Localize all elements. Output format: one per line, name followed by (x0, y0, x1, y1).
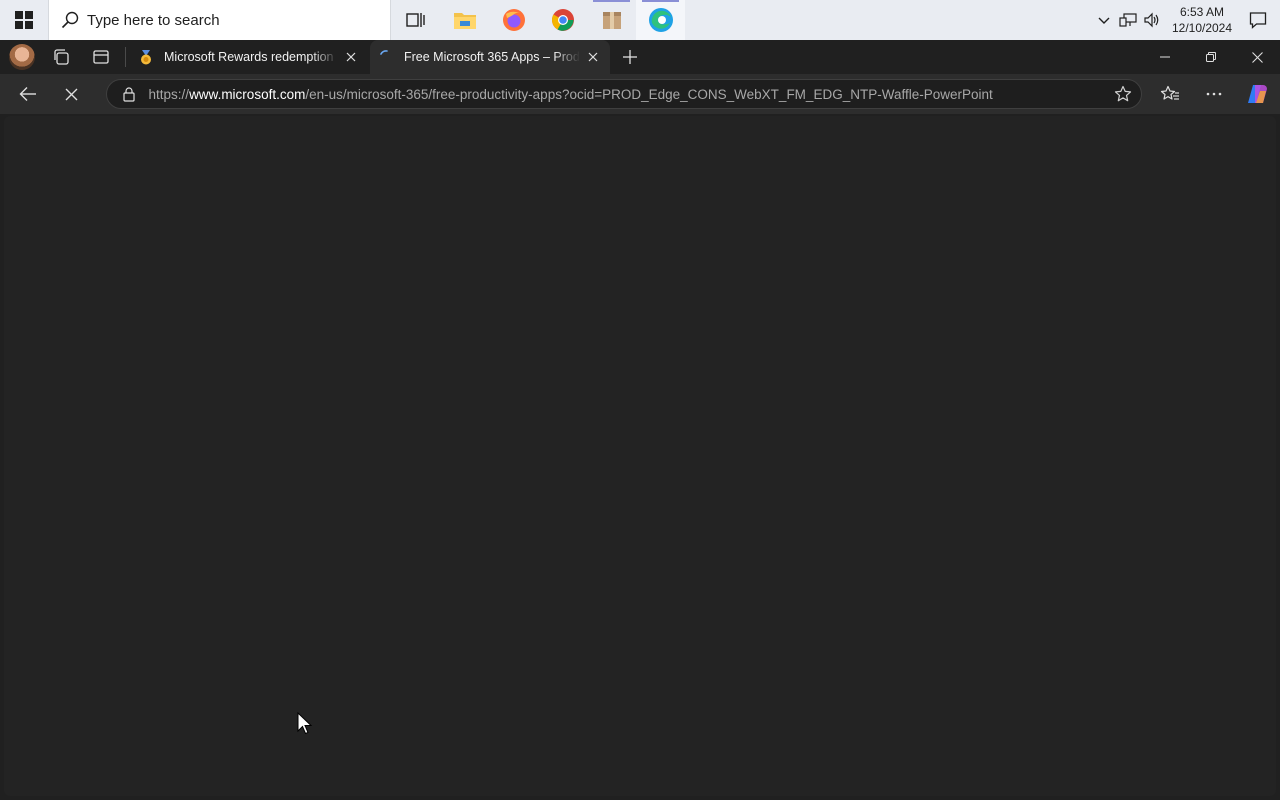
close-icon (346, 52, 356, 62)
tab-microsoft-365[interactable]: Free Microsoft 365 Apps – Produc (370, 40, 610, 74)
start-button[interactable] (0, 0, 48, 40)
package-app-button[interactable] (587, 0, 636, 40)
url-host: www.microsoft.com (189, 86, 306, 102)
search-icon (61, 11, 79, 29)
tab-close-button[interactable] (342, 48, 360, 66)
copilot-button[interactable] (1236, 74, 1280, 114)
search-placeholder: Type here to search (87, 11, 220, 29)
workspaces-icon (54, 49, 69, 65)
clock-date: 12/10/2024 (1171, 21, 1233, 35)
vertical-tabs-icon (93, 50, 109, 64)
edge-taskbar-button[interactable] (636, 0, 685, 40)
favorites-button[interactable] (1148, 74, 1192, 114)
stop-loading-button[interactable] (50, 74, 94, 114)
notification-icon (1249, 12, 1267, 29)
arrow-left-icon (19, 87, 36, 101)
settings-more-button[interactable] (1192, 74, 1236, 114)
copilot-icon (1248, 85, 1267, 103)
tab-rewards[interactable]: Microsoft Rewards redemption ca (130, 40, 368, 74)
file-explorer-button[interactable] (440, 0, 489, 40)
back-button[interactable] (6, 74, 50, 114)
firefox-button[interactable] (489, 0, 538, 40)
taskbar-search-box[interactable]: Type here to search (48, 0, 391, 40)
tab-close-button[interactable] (584, 48, 602, 66)
taskbar-clock[interactable]: 6:53 AM 12/10/2024 (1168, 4, 1236, 36)
rewards-medal-icon (138, 49, 154, 65)
restore-icon (1206, 52, 1216, 62)
mouse-pointer-icon (297, 712, 313, 735)
clock-time: 6:53 AM (1179, 5, 1225, 19)
more-dots-icon (1206, 92, 1222, 96)
tab-divider (125, 47, 126, 67)
edge-icon (648, 8, 673, 32)
url-text: https://www.microsoft.com/en-us/microsof… (149, 87, 1105, 102)
favorites-icon (1160, 85, 1179, 100)
close-window-button[interactable] (1234, 40, 1280, 74)
lock-icon (122, 86, 135, 102)
file-explorer-icon (453, 13, 476, 29)
tab-title: Microsoft Rewards redemption ca (164, 50, 338, 64)
add-favorite-button[interactable] (1105, 80, 1141, 108)
windows-taskbar: Type here to search 6:53 AM 12/10/2024 (0, 0, 1280, 40)
url-path: /en-us/microsoft-365/free-productivity-a… (305, 86, 993, 102)
firefox-icon (502, 9, 525, 31)
tab-actions-button[interactable] (81, 40, 121, 74)
speaker-icon (1144, 12, 1159, 28)
chrome-button[interactable] (538, 0, 587, 40)
loading-spinner-icon (378, 49, 394, 65)
minimize-button[interactable] (1142, 40, 1188, 74)
chrome-icon (551, 9, 574, 31)
show-hidden-icons-button[interactable] (1092, 0, 1116, 40)
browser-toolbar: https://www.microsoft.com/en-us/microsof… (0, 74, 1280, 114)
address-bar[interactable]: https://www.microsoft.com/en-us/microsof… (105, 79, 1142, 109)
windows-logo-icon (15, 11, 33, 29)
tab-title: Free Microsoft 365 Apps – Produc (404, 50, 580, 64)
task-view-icon (405, 13, 425, 27)
network-icon (1119, 13, 1137, 27)
workspaces-button[interactable] (41, 40, 81, 74)
close-icon (588, 52, 598, 62)
close-icon (65, 88, 78, 100)
package-icon (602, 12, 621, 29)
chevron-up-icon (1098, 17, 1110, 24)
restore-button[interactable] (1188, 40, 1234, 74)
task-view-button[interactable] (391, 0, 440, 40)
close-icon (1251, 51, 1263, 63)
new-tab-button[interactable] (612, 40, 648, 74)
web-page-viewport[interactable] (4, 116, 1276, 796)
plus-icon (623, 50, 637, 64)
profile-avatar[interactable] (9, 44, 35, 70)
network-button[interactable] (1116, 0, 1140, 40)
volume-button[interactable] (1140, 0, 1164, 40)
browser-tab-strip: Microsoft Rewards redemption ca Free Mic… (0, 40, 1280, 74)
notification-center-button[interactable] (1236, 0, 1280, 40)
url-scheme: https:// (148, 86, 190, 102)
star-icon (1114, 85, 1132, 102)
minimize-icon (1160, 56, 1170, 58)
